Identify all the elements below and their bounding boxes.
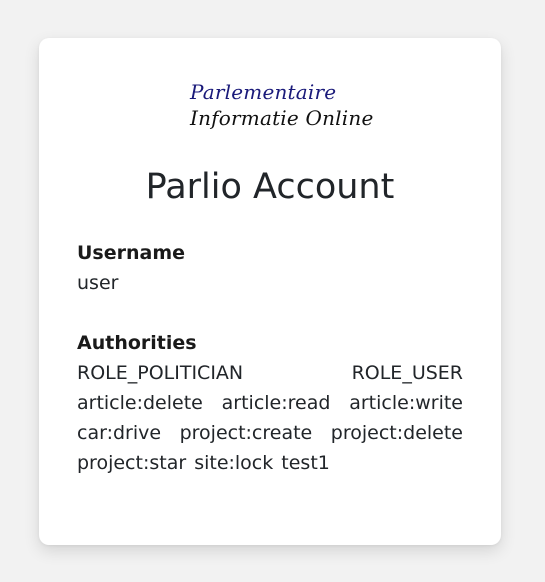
username-value: user (77, 272, 119, 294)
authorities-field: Authorities ROLE_POLITICIAN ROLE_USER ar… (77, 328, 463, 478)
username-label: Username (77, 242, 186, 264)
page-title: Parlio Account (145, 167, 395, 207)
authorities-value: ROLE_POLITICIAN ROLE_USER article:delete… (77, 362, 463, 474)
account-card: Parlementaire Informatie Online Parlio A… (39, 38, 501, 545)
authorities-label: Authorities (77, 332, 197, 354)
logo-line-2: Informatie Online (190, 106, 374, 130)
logo-line-1: Parlementaire (190, 80, 337, 104)
username-field: Username user (77, 238, 463, 298)
parlementaire-logo: Parlementaire Informatie Online (190, 82, 374, 128)
